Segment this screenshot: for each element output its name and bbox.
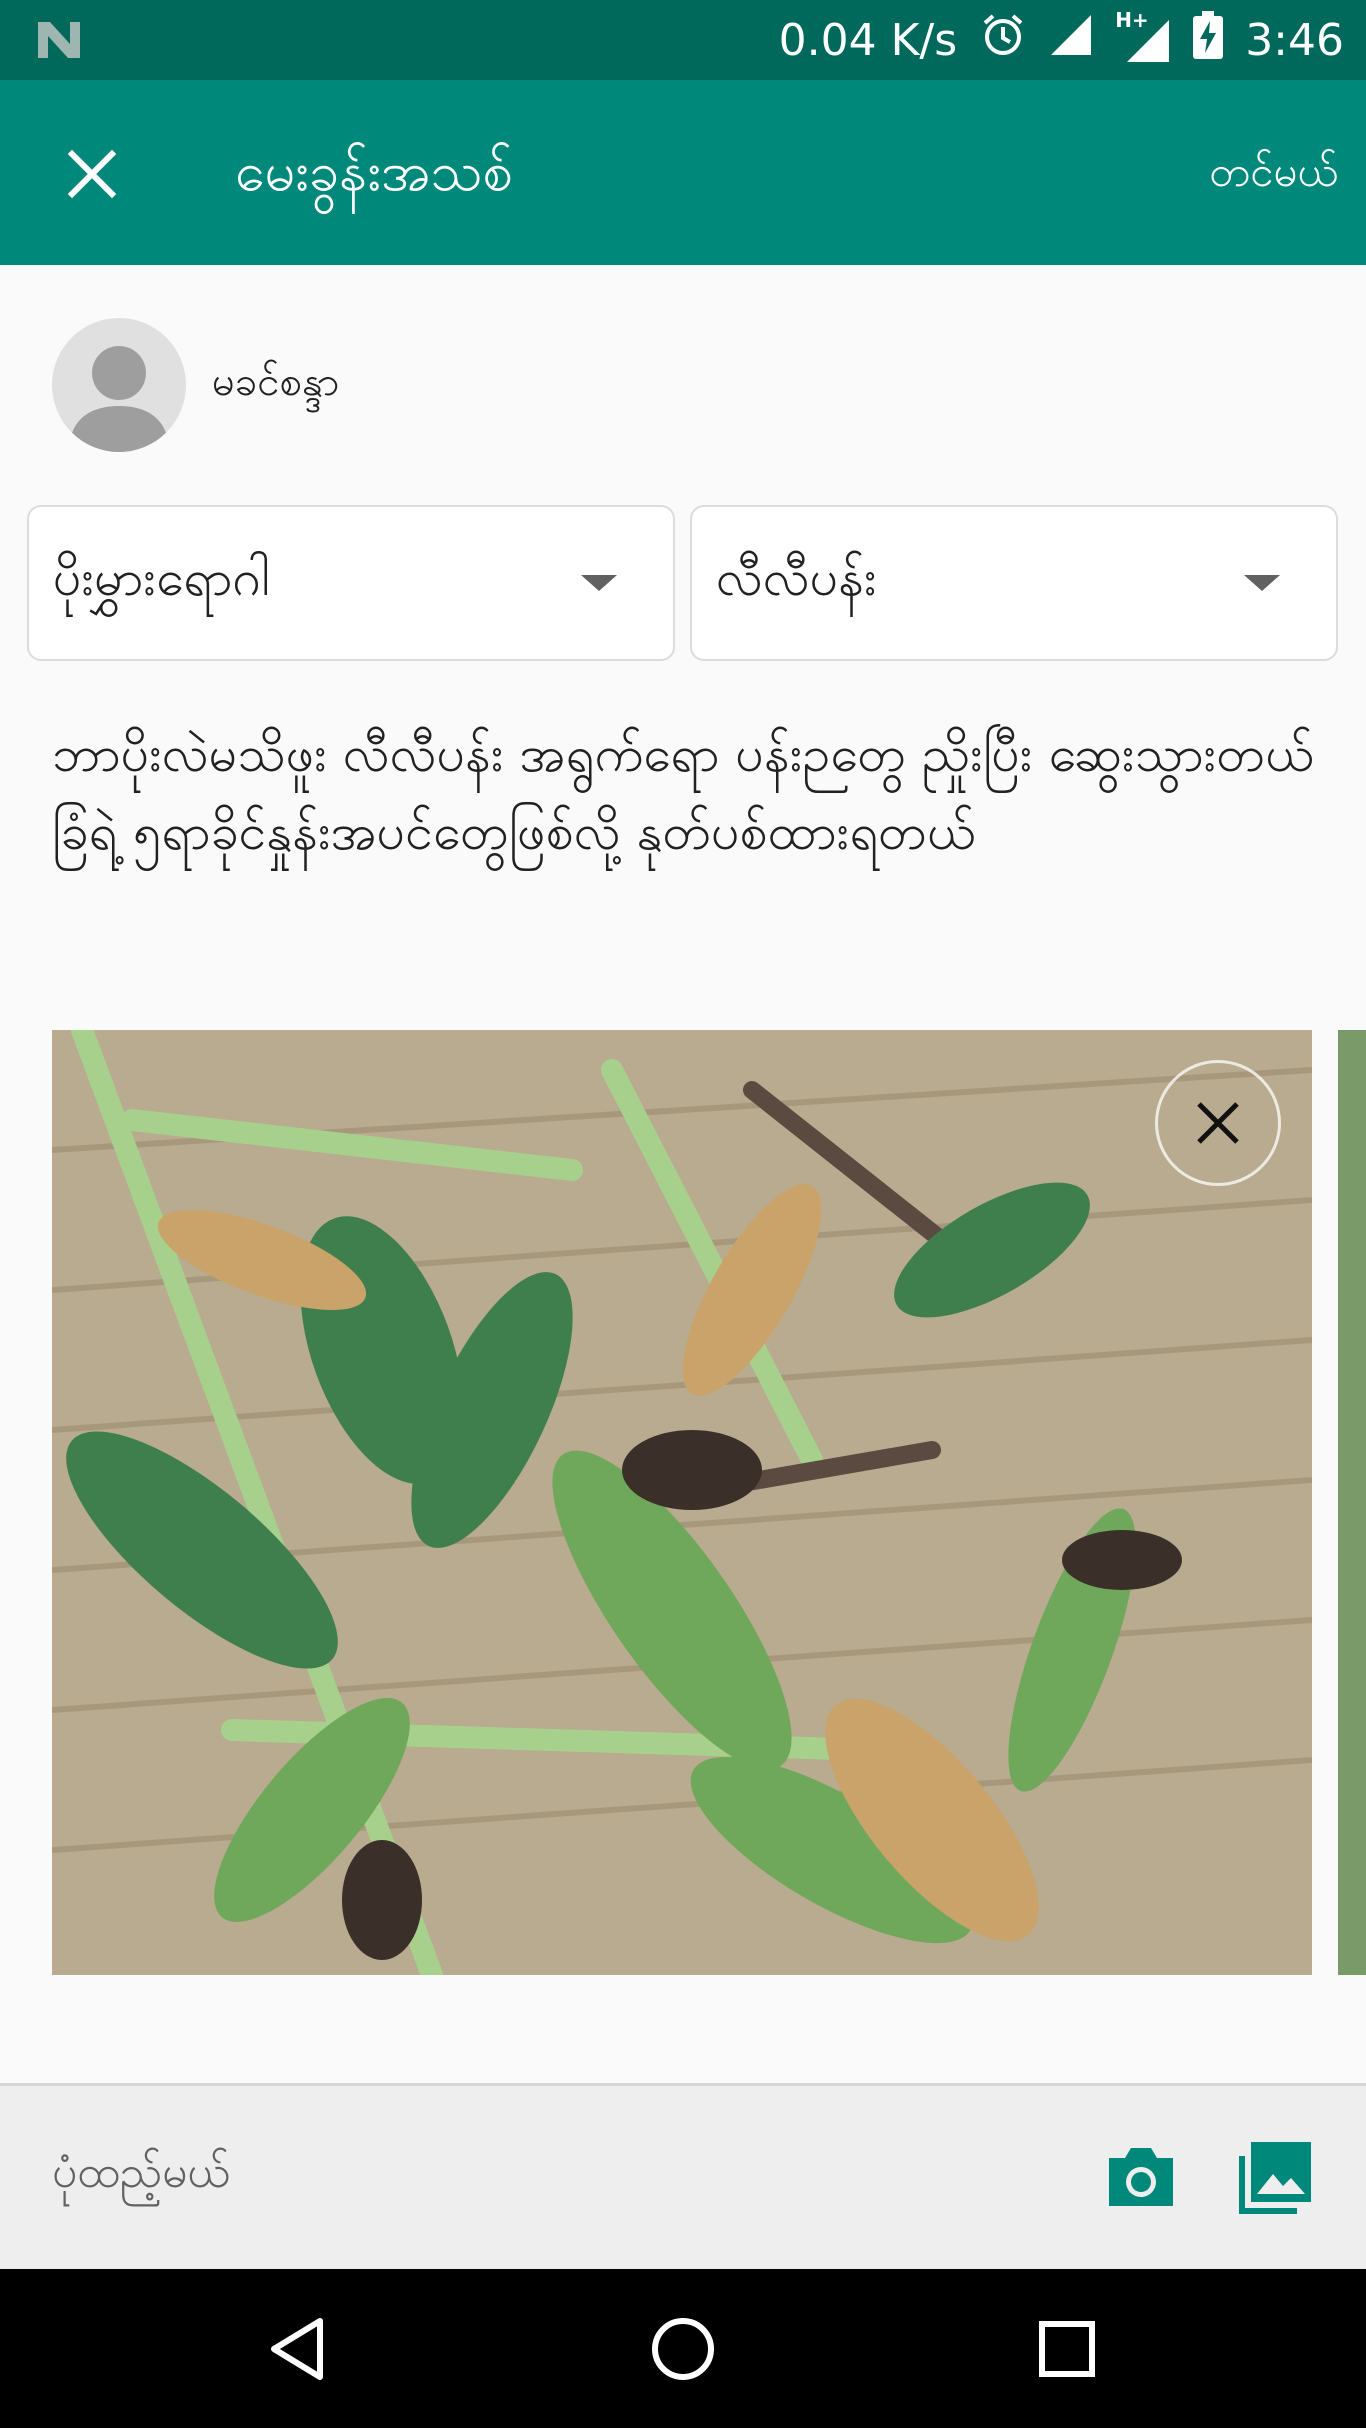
- camera-button[interactable]: [1103, 2140, 1179, 2216]
- network-speed: 0.04 K/s: [778, 14, 958, 66]
- home-circle-icon: [652, 2318, 714, 2380]
- post-body-text[interactable]: ဘာပိုးလဲမသိဖူး လီလီပန်း အရွက်ရော ပန်းဉတွ…: [52, 715, 1332, 871]
- nav-recents-button[interactable]: [1027, 2309, 1107, 2389]
- alarm-icon: [979, 11, 1027, 70]
- mobile-data-icon: H+: [1115, 8, 1171, 64]
- nav-home-button[interactable]: [643, 2309, 723, 2389]
- camera-icon: [1109, 2148, 1173, 2206]
- remove-photo-button[interactable]: [1155, 1060, 1281, 1186]
- app-bar: မေးခွန်းအသစ် တင်မယ်: [0, 80, 1366, 265]
- next-photo-peek[interactable]: [1338, 1030, 1366, 1975]
- status-bar: 0.04 K/s H+ 3:46: [0, 0, 1366, 80]
- gallery-button[interactable]: [1235, 2138, 1315, 2218]
- recents-square-icon: [1039, 2321, 1095, 2377]
- person-icon: [69, 346, 169, 452]
- close-button[interactable]: [50, 132, 134, 216]
- back-triangle-icon: [271, 2318, 323, 2380]
- close-icon: [1197, 1102, 1239, 1144]
- crop-dropdown[interactable]: လီလီပန်း: [690, 505, 1338, 661]
- category-value: ပိုးမွှားရောဂါ: [53, 548, 270, 607]
- gallery-icon: [1239, 2142, 1311, 2214]
- notification-n-icon: [34, 18, 84, 66]
- nav-back-button[interactable]: [258, 2309, 338, 2389]
- crop-value: လီလီပန်း: [716, 548, 877, 607]
- page-title: မေးခွန်းအသစ်: [235, 140, 514, 203]
- clock-time: 3:46: [1245, 14, 1344, 66]
- category-dropdown[interactable]: ပိုးမွှားရောဂါ: [27, 505, 675, 661]
- plant-photo-image: [52, 1030, 1312, 1975]
- avatar: [52, 318, 186, 452]
- attached-photo[interactable]: [52, 1030, 1312, 1975]
- chevron-down-icon: [581, 575, 617, 591]
- system-navigation-bar: [0, 2269, 1366, 2428]
- chevron-down-icon: [1244, 575, 1280, 591]
- signal-icon: [1049, 13, 1093, 68]
- close-icon: [67, 149, 117, 199]
- post-button[interactable]: တင်မယ်: [1209, 132, 1338, 212]
- battery-charging-icon: [1193, 10, 1224, 70]
- author-name: မခင်စန္ဒာ: [212, 359, 340, 405]
- add-photo-hint[interactable]: ပုံထည့်မယ်: [52, 2138, 230, 2208]
